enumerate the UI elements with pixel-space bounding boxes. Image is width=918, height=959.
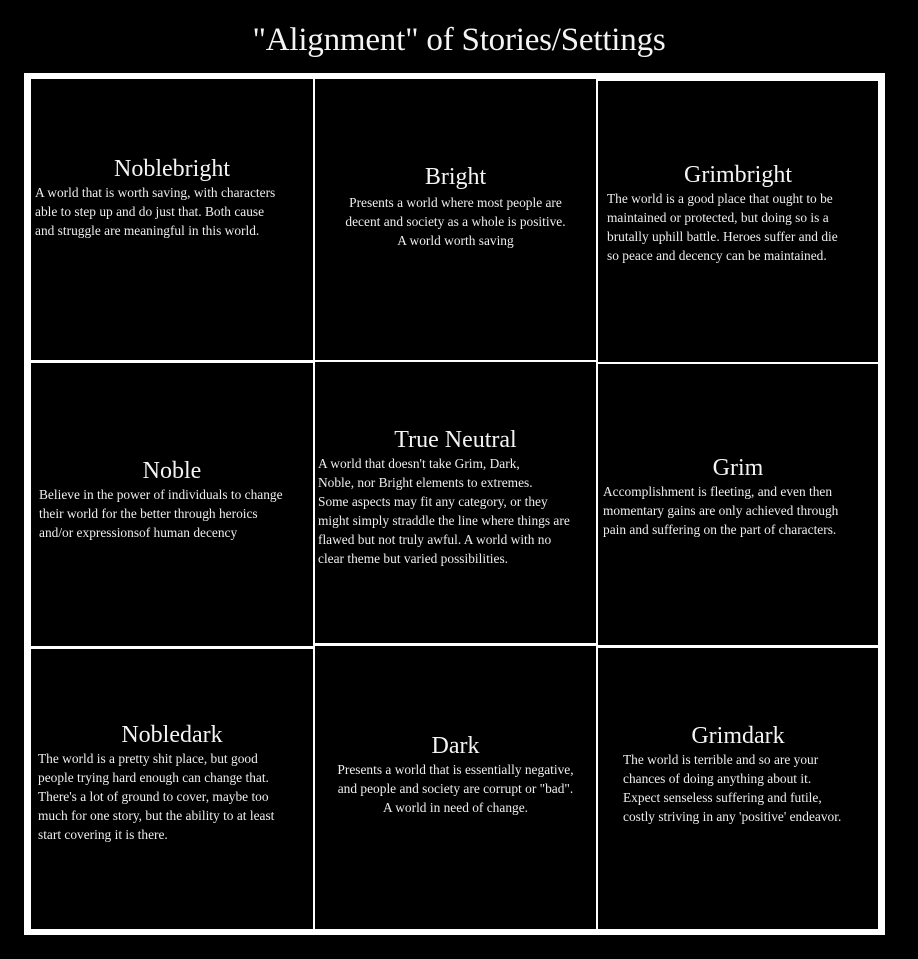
cell-true-neutral: True Neutral A world that doesn't take G…	[315, 362, 596, 643]
cell-description: Believe in the power of individuals to c…	[39, 487, 283, 540]
cell-grim: Grim Accomplishment is fleeting, and eve…	[598, 364, 878, 645]
cell-title: Dark	[431, 733, 480, 759]
cell-grimdark: Grimdark The world is terrible and so ar…	[598, 648, 878, 929]
cell-noble: Noble Believe in the power of individual…	[31, 363, 313, 646]
cell-title: Nobledark	[121, 722, 223, 748]
cell-description: Accomplishment is fleeting, and even the…	[603, 484, 839, 537]
cell-title: Noblebright	[114, 156, 230, 182]
page-title: "Alignment" of Stories/Settings	[252, 22, 666, 58]
cell-title: Bright	[424, 164, 487, 190]
cell-noblebright: Noblebright A world that is worth saving…	[31, 79, 313, 360]
cell-description: The world is terrible and so are your ch…	[623, 752, 842, 824]
cell-title: Grim	[712, 455, 764, 481]
cell-grimbright: Grimbright The world is a good place tha…	[598, 81, 878, 362]
cell-dark: Dark Presents a world that is essentiall…	[315, 646, 596, 929]
cell-title: Grimdark	[691, 723, 785, 749]
cell-description: Presents a world where most people are d…	[345, 195, 566, 248]
cell-description: The world is a pretty shit place, but go…	[38, 751, 275, 842]
cell-title: Grimbright	[684, 162, 792, 188]
cell-bright: Bright Presents a world where most peopl…	[315, 79, 596, 360]
cell-nobledark: Nobledark The world is a pretty shit pla…	[31, 649, 313, 929]
cell-description: Presents a world that is essentially neg…	[337, 762, 574, 815]
cell-description: A world that doesn't take Grim, Dark, No…	[318, 456, 570, 566]
cell-title: Noble	[142, 458, 202, 484]
cell-description: A world that is worth saving, with chara…	[35, 185, 276, 238]
alignment-grid: Noblebright A world that is worth saving…	[24, 73, 885, 935]
cell-title: True Neutral	[394, 427, 517, 453]
cell-description: The world is a good place that ought to …	[607, 191, 838, 263]
